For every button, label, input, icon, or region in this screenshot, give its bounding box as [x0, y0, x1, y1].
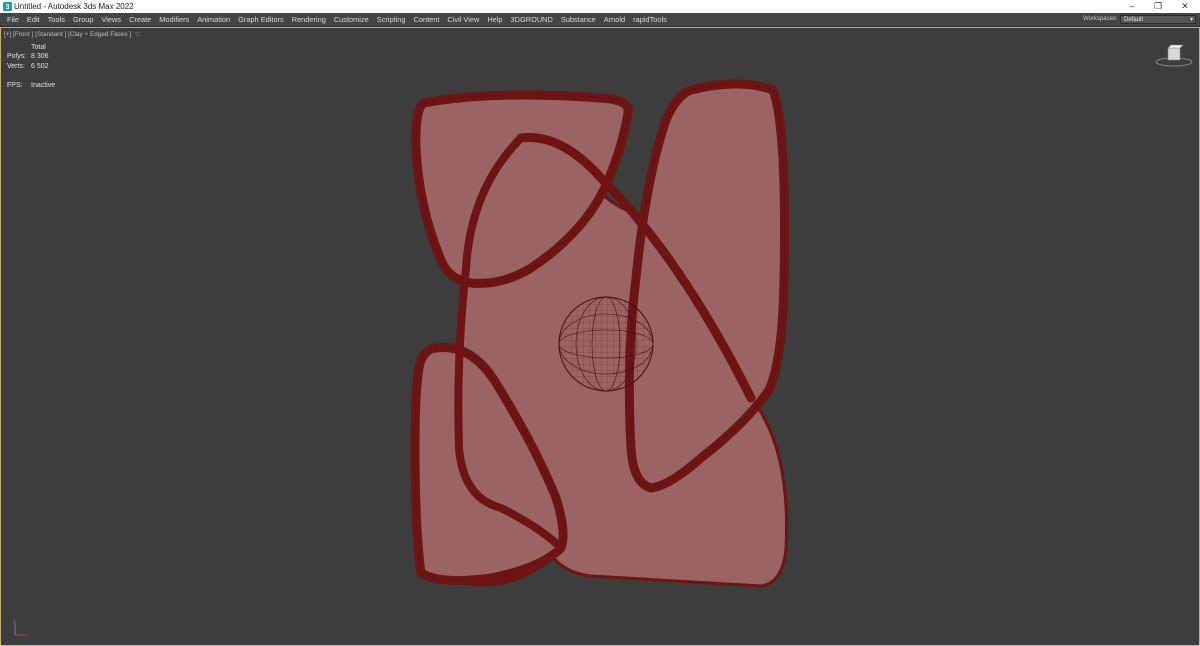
- title-bar: 3 Untitled - Autodesk 3ds Max 2022 – ❐ ✕: [0, 0, 1200, 13]
- menu-item-arnold[interactable]: Arnold: [600, 13, 629, 26]
- polys-label: Polys:: [7, 53, 27, 61]
- menu-item-modifiers[interactable]: Modifiers: [155, 13, 193, 26]
- viewport-label-text[interactable]: [+] [Front ] [Standard ] [Clay + Edged F…: [4, 31, 131, 38]
- verts-label: Verts:: [7, 62, 25, 70]
- menu-item-tools[interactable]: Tools: [44, 13, 69, 26]
- svg-text:3: 3: [6, 2, 10, 11]
- workspaces-label: Workspaces:: [1083, 16, 1118, 22]
- 3dsmax-app-icon[interactable]: 3: [3, 2, 12, 11]
- close-button[interactable]: ✕: [1172, 0, 1198, 13]
- menu-item-rendering[interactable]: Rendering: [288, 13, 330, 26]
- workspace-value: Default: [1124, 17, 1144, 23]
- polys-value: 8 306: [31, 53, 49, 61]
- menu-item-edit[interactable]: Edit: [23, 13, 44, 26]
- wire-sphere[interactable]: [558, 296, 654, 392]
- menu-item-content[interactable]: Content: [410, 13, 444, 26]
- fps-value: Inactive: [31, 81, 56, 89]
- axis-tripod-icon: z x: [13, 619, 28, 639]
- filter-icon[interactable]: ▽: [135, 32, 140, 38]
- front-viewport[interactable]: [+] [Front ] [Standard ] [Clay + Edged F…: [0, 27, 1200, 646]
- svg-text:z: z: [13, 619, 16, 625]
- restore-button[interactable]: ❐: [1145, 0, 1171, 13]
- menu-item-civil-view[interactable]: Civil View: [443, 13, 483, 26]
- menu-item-customize[interactable]: Customize: [330, 13, 373, 26]
- menu-item-group[interactable]: Group: [69, 13, 98, 26]
- viewport-label-menu[interactable]: [+] [Front ] [Standard ] [Clay + Edged F…: [4, 31, 140, 38]
- menu-list: File Edit Tools Group Views Create Modifiers An…: [3, 13, 671, 26]
- chevron-down-icon: ▾: [1189, 17, 1193, 23]
- menu-item-animation[interactable]: Animation: [193, 13, 234, 26]
- menu-item-create[interactable]: Create: [125, 13, 155, 26]
- menu-item-help[interactable]: Help: [483, 13, 506, 26]
- menu-item-views[interactable]: Views: [97, 13, 125, 26]
- menu-item-file[interactable]: File: [3, 13, 23, 26]
- menu-item-graph-editors[interactable]: Graph Editors: [234, 13, 288, 26]
- menu-item-rapidtools[interactable]: rapidTools: [629, 13, 671, 26]
- fps-label: FPS:: [7, 81, 23, 89]
- menu-item-3dground[interactable]: 3DGROUND: [507, 13, 557, 26]
- menu-item-scripting[interactable]: Scripting: [373, 13, 410, 26]
- viewcube-icon[interactable]: [1154, 42, 1194, 68]
- workspace-dropdown[interactable]: Default ▾: [1120, 15, 1196, 24]
- svg-text:x: x: [25, 633, 28, 639]
- scene-objects[interactable]: [1, 28, 1199, 645]
- menu-bar: File Edit Tools Group Views Create Modifiers An…: [0, 13, 1200, 27]
- minimize-button[interactable]: –: [1119, 0, 1145, 13]
- stats-header: Total: [31, 44, 46, 51]
- verts-value: 6 502: [31, 62, 49, 70]
- menu-item-substance[interactable]: Substance: [557, 13, 600, 26]
- window-title: Untitled - Autodesk 3ds Max 2022: [14, 2, 134, 11]
